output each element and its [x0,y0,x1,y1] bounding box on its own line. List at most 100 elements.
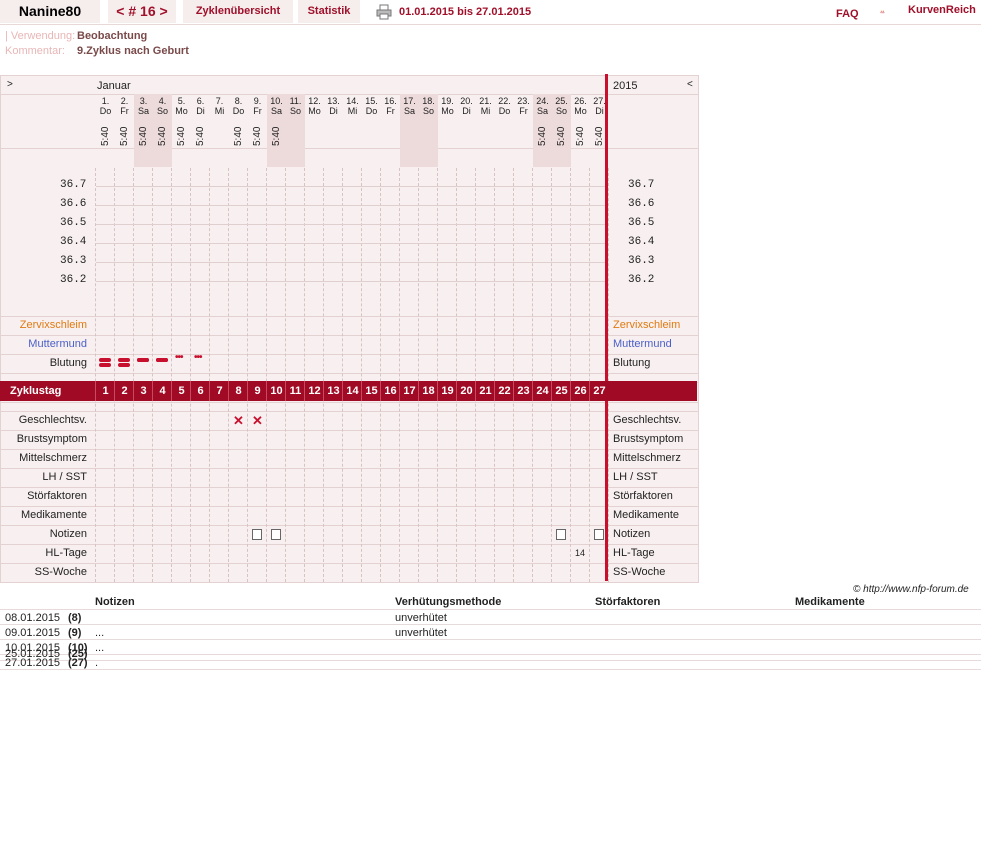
note-icon[interactable] [594,529,604,540]
day-weekday: Di [196,106,205,116]
day-date: 5. [177,96,186,106]
cycle-end-marker [605,74,608,581]
day-gridline [95,168,96,582]
day-weekday: Sa [536,106,548,116]
row-label-lh: LH / SST [42,471,87,483]
temp-label-right: 36.4 [628,236,655,248]
usage-line: | Verwendung: Beobachtung [5,30,147,42]
row-divider [1,544,698,545]
col-header-disturbance: Störfaktoren [595,596,661,608]
day-date: 16. [384,96,397,106]
day-gridline [456,168,457,582]
day-weekday: Sa [403,106,415,116]
day-date: 24. [536,96,549,106]
cycle-day-number: 10 [266,381,286,401]
col-header-medication: Medikamente [795,596,865,608]
username-tab[interactable]: Nanine80 [0,0,100,23]
cycle-day-number: 9 [247,381,267,401]
day-weekday: Mi [347,106,358,116]
table-cell-note: ... [95,642,105,654]
printer-icon[interactable] [376,4,392,20]
cycle-day-number: 7 [209,381,229,401]
prev-cycle-arrow[interactable]: > [7,79,13,90]
day-weekday: Sa [137,106,149,116]
table-cell-method: unverhütet [395,612,447,624]
faq-link[interactable]: FAQ [836,8,859,20]
usage-value: Beobachtung [77,30,148,42]
cycle-day-number: 15 [361,381,381,401]
day-gridline [418,168,419,582]
tab-statistics[interactable]: Statistik [298,0,360,23]
cycle-navigation[interactable]: < # 16 > [108,0,176,23]
tab-cycle-overview[interactable]: Zyklenübersicht [183,0,293,23]
note-icon[interactable] [252,529,262,540]
cycle-day-number: 16 [380,381,400,401]
day-date: 8. [234,96,243,106]
measure-time: 5:40 [575,126,586,146]
day-weekday: So [289,106,301,116]
cycle-day-number: 14 [342,381,362,401]
row-divider [1,94,698,95]
table-cell-note: ... [95,627,105,639]
day-gridline [266,168,267,582]
row-divider [1,430,698,431]
temp-label-right: 36.5 [628,217,655,229]
day-gridline [437,168,438,582]
cycle-day-number: 18 [418,381,438,401]
cycle-day-bar: Zyklustag 1 2 3 4 5 6 7 8 9 10 11 12 13 14 15 16 17 18 19 2… [0,381,697,401]
day-date: 1. [101,96,110,106]
day-weekday: So [555,106,567,116]
intercourse-icon[interactable]: ✕ [252,413,263,429]
temp-label-left: 36.6 [60,198,87,210]
day-date: 9. [253,96,262,106]
temp-label-left: 36.2 [60,274,87,286]
day-gridline [532,168,533,582]
row-label-right-zervix: Zervixschleim [613,319,681,331]
day-weekday: Mo [308,106,321,116]
next-cycle-arrow[interactable]: < [687,79,693,90]
bleeding-light-icon: ••• [194,352,202,363]
day-date: 4. [158,96,167,106]
table-cell-cycle-day: (9) [68,627,82,639]
row-divider [1,449,698,450]
temp-gridline [96,205,606,206]
measure-time: 5:40 [138,126,149,146]
day-gridline [494,168,495,582]
day-weekday: Fr [519,106,528,116]
day-gridline [513,168,514,582]
day-gridline [190,168,191,582]
day-weekday: Fr [120,106,129,116]
day-gridline [304,168,305,582]
row-label-right-gv: Geschlechtsv. [613,414,682,426]
day-weekday: Mo [175,106,188,116]
cycle-day-number: 13 [323,381,343,401]
table-cell-date: 09.01.2015 [5,627,61,639]
table-row [0,624,981,625]
temp-gridline [96,186,606,187]
cycle-day-number: 12 [304,381,324,401]
cycle-day-number: 2 [114,381,134,401]
cycle-day-number: 21 [475,381,495,401]
cycle-day-number: 17 [399,381,419,401]
table-row [0,669,981,670]
cycle-day-number: 23 [513,381,533,401]
note-icon[interactable] [271,529,281,540]
intercourse-icon[interactable]: ✕ [233,413,244,429]
day-weekday: Fr [253,106,262,116]
measure-time: 5:40 [119,126,130,146]
cycle-day-number: 5 [171,381,191,401]
day-gridline [342,168,343,582]
row-divider [1,487,698,488]
note-icon[interactable] [556,529,566,540]
measure-time: 5:40 [556,126,567,146]
day-date: 18. [422,96,435,106]
row-label-right-ss: SS-Woche [613,566,666,578]
month-label: Januar [97,80,131,92]
day-gridline [589,168,590,582]
cycle-day-number: 6 [190,381,210,401]
day-gridline [285,168,286,582]
cycle-day-number: 19 [437,381,457,401]
day-gridline [247,168,248,582]
temp-label-left: 36.3 [60,255,87,267]
logo-text[interactable]: KurvenReich [908,4,976,16]
